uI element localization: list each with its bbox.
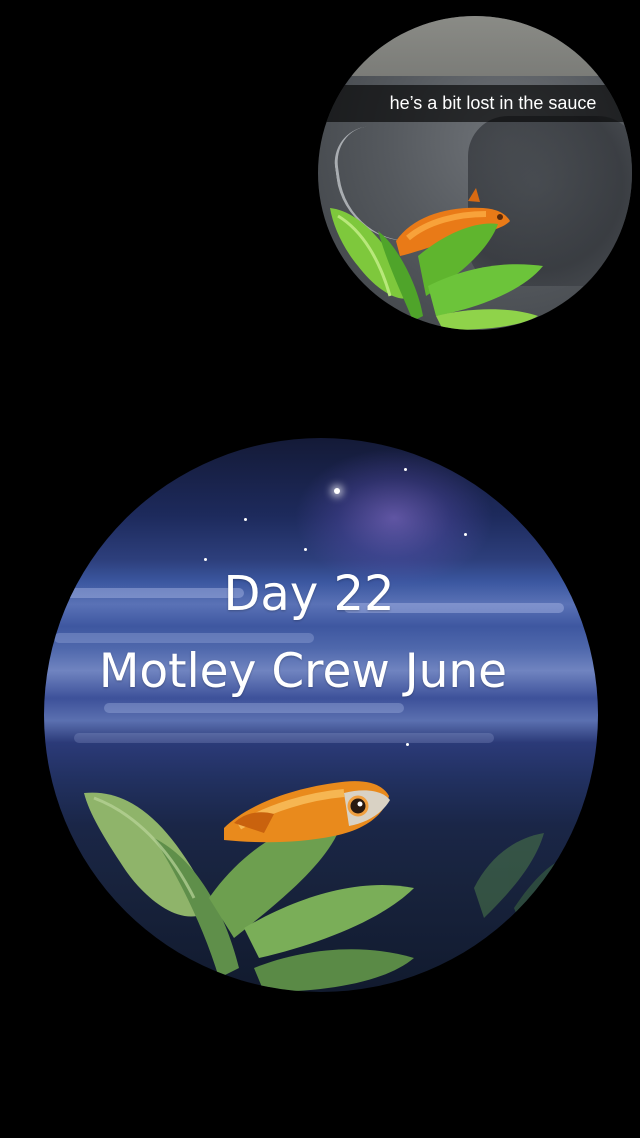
day-counter-title: Day 22 [223,566,395,622]
goldfish-photo-art [330,188,543,330]
story-canvas: he’s a bit lost in the sauce Day 22 Motl… [0,0,640,1138]
snap-caption-bar[interactable]: he’s a bit lost in the sauce [318,85,632,122]
snap-caption-text: he’s a bit lost in the sauce [389,93,597,113]
painting-art [84,781,579,992]
goldfish-photo-circle[interactable]: he’s a bit lost in the sauce [318,16,632,330]
challenge-name-title: Motley Crew June [98,644,508,699]
painted-goldfish [224,781,390,843]
goldfish-painting-circle[interactable]: Day 22 Motley Crew June [44,438,598,992]
background-seaweed [474,833,579,933]
